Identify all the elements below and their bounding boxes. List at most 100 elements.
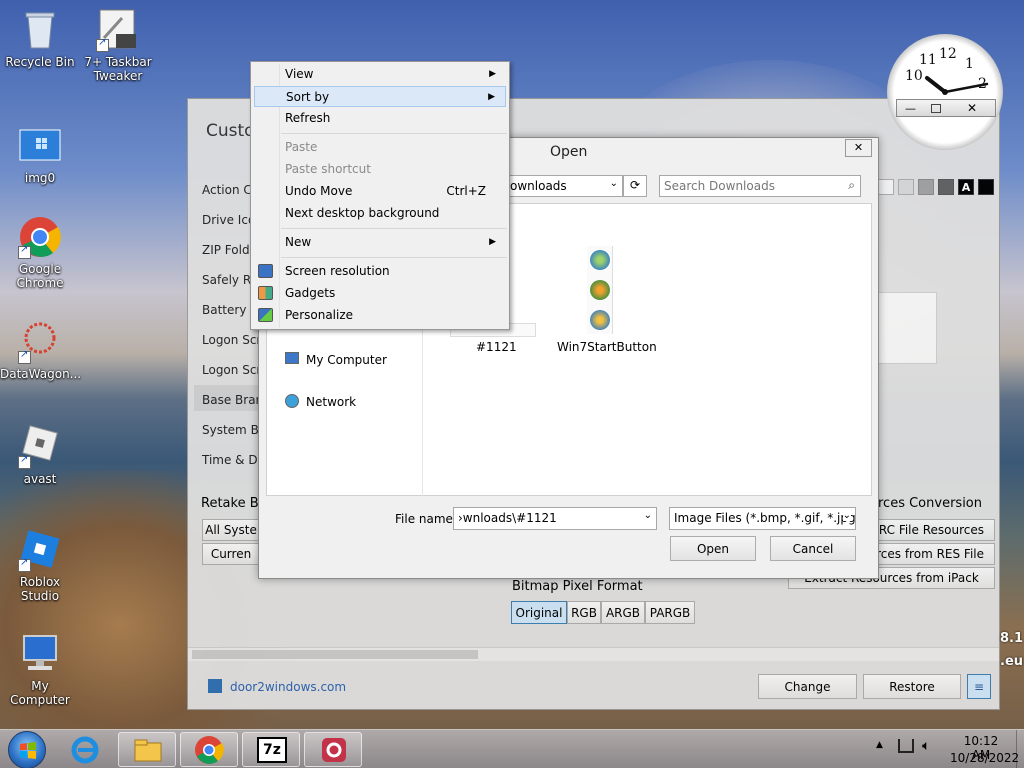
filetype-select[interactable]: Image Files (*.bmp, *.gif, *.jpg, ⌄	[669, 507, 856, 530]
version-text: 8.1	[1000, 631, 1024, 646]
folder-icon	[134, 739, 162, 762]
retake-label: Retake Ba	[201, 496, 267, 511]
desktop-icon-img0[interactable]: img0	[0, 124, 80, 185]
refresh-icon[interactable]: ⟳	[623, 175, 647, 197]
desktop-icon-recycle-bin[interactable]: Recycle Bin	[0, 8, 80, 69]
menu-item-screen-resolution[interactable]: Screen resolution	[254, 261, 506, 282]
tray-date[interactable]: 10/28/2022	[950, 751, 1019, 765]
windows-orb-icon	[590, 250, 610, 270]
pixel-format-pargb[interactable]: PARGB	[645, 601, 695, 624]
resources-conversion-label: rces Conversion	[878, 496, 982, 511]
sidebar-item-battery[interactable]: Battery	[202, 303, 246, 317]
computer-icon	[18, 632, 62, 676]
7zip-icon: 7z	[257, 737, 287, 763]
desktop-context-menu: View ▶ Sort by ▶ Refresh Paste Paste short…	[250, 61, 510, 330]
taskbar-7zip[interactable]: 7z	[242, 732, 300, 767]
sidebar-item-logon-screen-2[interactable]: Logon Scr	[202, 363, 261, 377]
all-system-button[interactable]: All Syste	[202, 519, 260, 541]
nav-item-my-computer[interactable]: My Computer	[306, 353, 387, 367]
restore-button[interactable]: Restore	[863, 674, 961, 699]
menu-item-undo-move[interactable]: Undo Move Ctrl+Z	[254, 181, 506, 202]
menu-item-new[interactable]: New ▶	[254, 232, 506, 253]
my-computer-icon	[285, 352, 299, 364]
taskbar: 7z ▲ 🔈︎ 10:12 AM 10/28/2022	[0, 729, 1024, 768]
minimize-icon[interactable]: —	[905, 102, 916, 115]
desktop-icon-label: My Computer	[10, 679, 70, 707]
door2windows-link[interactable]: door2windows.com	[230, 680, 346, 694]
close-icon[interactable]: ✕	[967, 101, 977, 115]
taskbar-file-explorer[interactable]	[118, 732, 176, 767]
menu-icon[interactable]: ≡	[967, 674, 991, 699]
address-bar[interactable]: ownloads ⌄	[505, 175, 623, 197]
chrome-icon	[18, 215, 62, 259]
search-input[interactable]: Search Downloads ⌕	[659, 175, 861, 197]
file-thumbnail-win7startbutton[interactable]	[587, 246, 613, 334]
desktop-icon-datawagon[interactable]: DataWagon...	[0, 320, 82, 381]
file-name-1121[interactable]: #1121	[476, 340, 517, 354]
gadget-window-controls: — ✕	[896, 99, 996, 117]
menu-separator	[281, 228, 507, 229]
roblox-studio-icon	[18, 528, 62, 572]
desktop-icon-avast[interactable]: avast	[0, 425, 80, 486]
datawagon-icon	[18, 320, 62, 364]
filetype-value: Image Files (*.bmp, *.gif, *.jpg,	[674, 511, 856, 525]
horizontal-scrollbar[interactable]	[188, 647, 999, 661]
filename-value: ›wnloads\#1121	[458, 511, 557, 525]
cancel-button[interactable]: Cancel	[770, 536, 856, 561]
network-tray-icon[interactable]	[898, 739, 914, 753]
menu-item-gadgets[interactable]: Gadgets	[254, 283, 506, 304]
desktop-icon-taskbar-tweaker[interactable]: 7+ Taskbar Tweaker	[78, 8, 158, 83]
maximize-icon[interactable]	[931, 104, 941, 113]
pixel-format-original[interactable]: Original	[511, 601, 567, 624]
scrollbar-thumb[interactable]	[192, 650, 478, 659]
sidebar-item-time-date[interactable]: Time & Da	[202, 453, 265, 467]
shortcut-text: Ctrl+Z	[446, 184, 486, 198]
version-text-suffix: .eu	[1000, 654, 1024, 669]
open-button[interactable]: Open	[670, 536, 756, 561]
search-placeholder: Search Downloads	[664, 179, 775, 193]
menu-item-refresh[interactable]: Refresh	[254, 108, 506, 129]
sidebar-item-zip-folder[interactable]: ZIP Folde	[202, 243, 257, 257]
taskbar-internet-explorer[interactable]	[66, 733, 104, 766]
submenu-arrow-icon: ▶	[488, 92, 495, 102]
chevron-down-icon[interactable]: ⌄	[842, 510, 851, 521]
submenu-arrow-icon: ▶	[489, 69, 496, 79]
menu-item-next-desktop-background[interactable]: Next desktop background	[254, 203, 506, 224]
menu-item-paste-shortcut[interactable]: Paste shortcut	[254, 159, 506, 180]
clock-gadget[interactable]: 12 1 2 3 10 11	[887, 34, 1003, 150]
dialog-title: Open	[550, 144, 588, 160]
chevron-down-icon[interactable]: ⌄	[644, 510, 652, 521]
image-file-icon	[18, 124, 62, 168]
network-icon	[285, 394, 299, 408]
desktop-icon-my-computer[interactable]: My Computer	[0, 632, 80, 707]
pixel-format-rgb[interactable]: RGB	[567, 601, 601, 624]
desktop-icon-roblox-studio[interactable]: Roblox Studio	[0, 528, 80, 603]
menu-separator	[281, 133, 507, 134]
desktop-icon-google-chrome[interactable]: Google Chrome	[0, 215, 80, 290]
menu-item-view[interactable]: View ▶	[254, 64, 506, 85]
desktop-icon-label: DataWagon...	[0, 367, 82, 381]
filename-label: File name:	[395, 512, 457, 526]
dialog-close-button[interactable]: ✕	[845, 139, 872, 157]
file-name-win7startbutton[interactable]: Win7StartButton	[557, 340, 657, 354]
search-icon: ⌕	[848, 178, 855, 192]
menu-item-sort-by[interactable]: Sort by ▶	[254, 86, 506, 107]
internet-explorer-icon	[71, 736, 99, 764]
menu-item-personalize[interactable]: Personalize	[254, 305, 506, 326]
filename-input[interactable]: ›wnloads\#1121 ⌄	[453, 507, 657, 530]
taskbar-google-chrome[interactable]	[180, 732, 238, 767]
current-button[interactable]: Curren	[202, 543, 260, 565]
menu-item-paste[interactable]: Paste	[254, 137, 506, 158]
personalize-icon	[258, 308, 273, 322]
chevron-down-icon[interactable]: ⌄	[610, 178, 618, 189]
preview-box	[878, 292, 937, 364]
volume-icon[interactable]: 🔈︎	[922, 738, 930, 754]
submenu-arrow-icon: ▶	[489, 237, 496, 247]
pixel-format-argb[interactable]: ARGB	[601, 601, 645, 624]
start-button[interactable]	[8, 731, 46, 768]
taskbar-app[interactable]	[304, 732, 362, 767]
change-button[interactable]: Change	[758, 674, 857, 699]
nav-item-network[interactable]: Network	[306, 395, 356, 409]
show-desktop-button[interactable]	[1016, 730, 1024, 768]
show-hidden-icons-icon[interactable]: ▲	[876, 740, 883, 750]
